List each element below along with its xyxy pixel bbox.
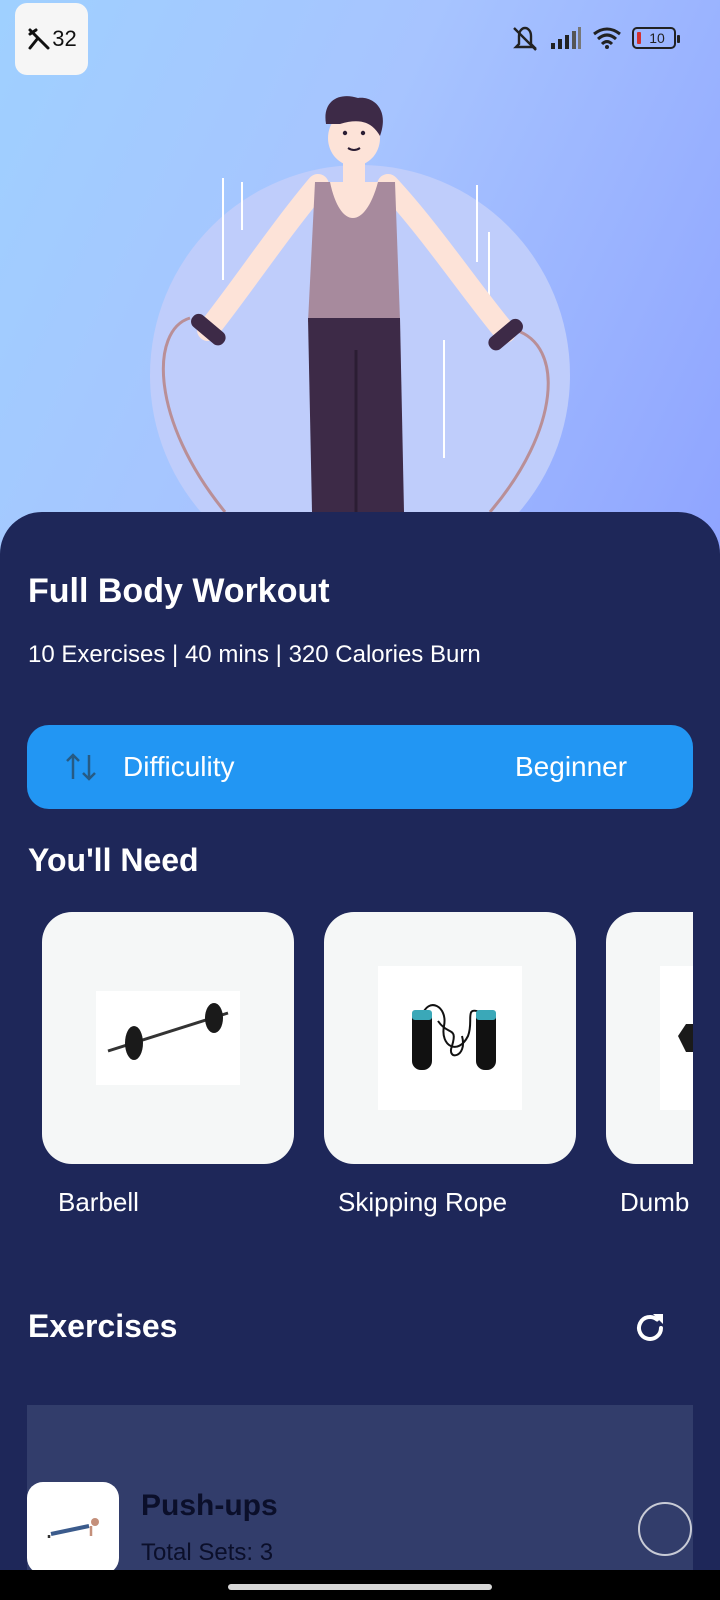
equipment-card-barbell[interactable]	[42, 912, 294, 1164]
difficulty-label: Difficulity	[123, 751, 235, 782]
equipment-section-title: You'll Need	[28, 842, 199, 878]
status-bar: 32 10	[0, 0, 720, 80]
home-indicator[interactable]	[228, 1584, 492, 1590]
signal-icon	[551, 27, 581, 49]
battery-level: 10	[649, 30, 665, 46]
push-ups-image	[27, 1482, 119, 1574]
equipment-label: Skipping Rope	[338, 1187, 508, 1217]
mute-icon	[513, 26, 537, 51]
app-notification-badge[interactable]: 32	[15, 3, 88, 75]
equipment-list[interactable]: Barbell Skipping Rope Dumb	[0, 912, 693, 1222]
exercise-name: Push-ups	[141, 1489, 278, 1522]
barbell-image	[96, 991, 240, 1085]
equipment-card-skipping-rope[interactable]	[324, 912, 576, 1164]
equipment-card-dumbbell[interactable]	[606, 912, 693, 1164]
exercises-section-title: Exercises	[28, 1308, 178, 1344]
status-icons: 10	[510, 24, 680, 52]
battery-icon: 10	[632, 27, 680, 49]
workout-summary: 10 Exercises | 40 mins | 320 Calories Bu…	[28, 641, 481, 668]
skipping-rope-image	[378, 966, 522, 1110]
difficulty-value: Beginner	[515, 751, 628, 782]
wifi-icon	[593, 27, 621, 49]
exercise-sets: Total Sets: 3	[141, 1539, 274, 1566]
app-badge-text: 32	[52, 26, 77, 51]
hero-banner	[0, 0, 720, 560]
man-skipping-rope-illustration	[161, 96, 550, 513]
dumbbell-image	[660, 966, 693, 1110]
equipment-label: Dumb	[620, 1187, 690, 1217]
workout-title: Full Body Workout	[28, 572, 330, 610]
equipment-label: Barbell	[58, 1187, 139, 1217]
x-logo-icon	[28, 28, 50, 50]
difficulty-selector[interactable]: Difficulity Beginner	[27, 725, 693, 809]
exercise-complete-checkbox[interactable]	[638, 1502, 692, 1556]
refresh-icon[interactable]	[630, 1308, 670, 1348]
sort-icon	[66, 753, 96, 781]
